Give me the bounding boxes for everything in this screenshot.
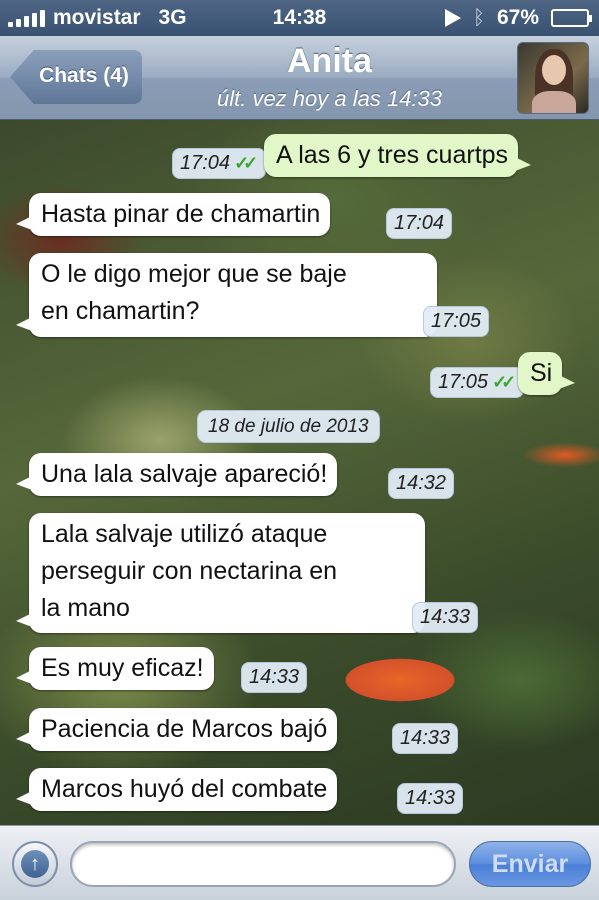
double-check-icon: ✓✓ bbox=[492, 372, 516, 392]
message-text: Es muy eficaz! bbox=[41, 654, 204, 682]
avatar-body bbox=[532, 91, 576, 113]
timestamp-text: 14:33 bbox=[400, 727, 451, 749]
play-icon bbox=[444, 9, 461, 27]
message-input-bar: ↑ Enviar bbox=[0, 825, 599, 900]
message-text: Hasta pinar de chamartin bbox=[41, 200, 321, 228]
attach-button[interactable]: ↑ bbox=[12, 841, 58, 887]
message-bubble-outgoing[interactable]: A las 6 y tres cuartps bbox=[264, 134, 532, 177]
message-timestamp: 14:32 bbox=[388, 468, 455, 499]
message-text-line: Lala salvaje utilizó ataque bbox=[41, 520, 328, 548]
double-check-icon: ✓✓ bbox=[234, 153, 258, 173]
timestamp-text: 14:33 bbox=[249, 666, 300, 688]
message-timestamp: 17:04 ✓✓ bbox=[172, 148, 267, 179]
avatar-face bbox=[542, 55, 566, 85]
last-seen-status: últ. vez hoy a las 14:33 bbox=[216, 86, 443, 111]
timestamp-text: 14:32 bbox=[396, 472, 447, 494]
message-text: Paciencia de Marcos bajó bbox=[41, 715, 328, 743]
message-bubble-outgoing[interactable]: Si bbox=[518, 352, 576, 395]
message-text: Marcos huyó del combate bbox=[41, 775, 328, 803]
message-bubble-incoming[interactable]: Es muy eficaz! bbox=[16, 647, 214, 690]
message-text-line: perseguir con nectarina en bbox=[41, 557, 338, 585]
message-input[interactable] bbox=[70, 841, 456, 887]
message-timestamp: 14:33 bbox=[392, 723, 459, 754]
message-text: A las 6 y tres cuartps bbox=[276, 141, 509, 169]
message-text-line: la mano bbox=[41, 594, 130, 622]
navigation-bar: Chats (4) Anita últ. vez hoy a las 14:33 bbox=[0, 36, 599, 120]
message-text-line: O le digo mejor que se baje bbox=[41, 260, 347, 288]
message-bubble-incoming[interactable]: Hasta pinar de chamartin bbox=[15, 193, 331, 236]
message-timestamp: 14:33 bbox=[397, 783, 464, 814]
message-timestamp: 17:04 bbox=[386, 208, 453, 239]
message-bubble-incoming[interactable]: Lala salvaje utilizó ataque perseguir co… bbox=[16, 513, 425, 633]
message-text: Si bbox=[530, 359, 553, 387]
message-text: Una lala salvaje apareció! bbox=[41, 460, 328, 488]
message-timestamp: 17:05 ✓✓ bbox=[430, 367, 525, 398]
chat-area[interactable]: 17:04 ✓✓ A las 6 y tres cuartps Hasta pi… bbox=[0, 120, 599, 825]
status-bar: movistar 3G 14:38 ᛒ 67% bbox=[0, 0, 599, 36]
back-to-chats-button[interactable]: Chats (4) bbox=[10, 50, 142, 104]
date-separator: 18 de julio de 2013 bbox=[197, 410, 380, 443]
timestamp-text: 17:04 bbox=[394, 212, 445, 234]
timestamp-text: 17:05 bbox=[431, 310, 482, 332]
bluetooth-icon: ᛒ bbox=[472, 6, 485, 29]
contact-avatar[interactable] bbox=[517, 42, 589, 114]
contact-name[interactable]: Anita bbox=[150, 42, 509, 81]
message-timestamp: 14:33 bbox=[241, 662, 308, 693]
message-timestamp: 17:05 bbox=[423, 306, 490, 337]
timestamp-text: 17:05 bbox=[438, 371, 489, 393]
message-bubble-incoming[interactable]: Marcos huyó del combate bbox=[15, 768, 338, 811]
status-right: ᛒ 67% bbox=[444, 6, 592, 30]
message-text-line: en chamartin? bbox=[41, 297, 200, 325]
upload-arrow-icon: ↑ bbox=[21, 850, 49, 878]
send-button[interactable]: Enviar bbox=[469, 841, 591, 887]
message-bubble-incoming[interactable]: O le digo mejor que se baje en chamartin… bbox=[16, 253, 437, 337]
timestamp-text: 14:33 bbox=[420, 606, 471, 628]
message-timestamp: 14:33 bbox=[412, 602, 479, 633]
back-button-label: Chats (4) bbox=[39, 64, 129, 87]
timestamp-text: 14:33 bbox=[405, 787, 456, 809]
timestamp-text: 17:04 bbox=[180, 152, 231, 174]
message-bubble-incoming[interactable]: Paciencia de Marcos bajó bbox=[15, 708, 338, 751]
message-bubble-incoming[interactable]: Una lala salvaje apareció! bbox=[15, 453, 338, 496]
battery-percent: 67% bbox=[496, 6, 539, 29]
battery-icon bbox=[551, 9, 592, 27]
